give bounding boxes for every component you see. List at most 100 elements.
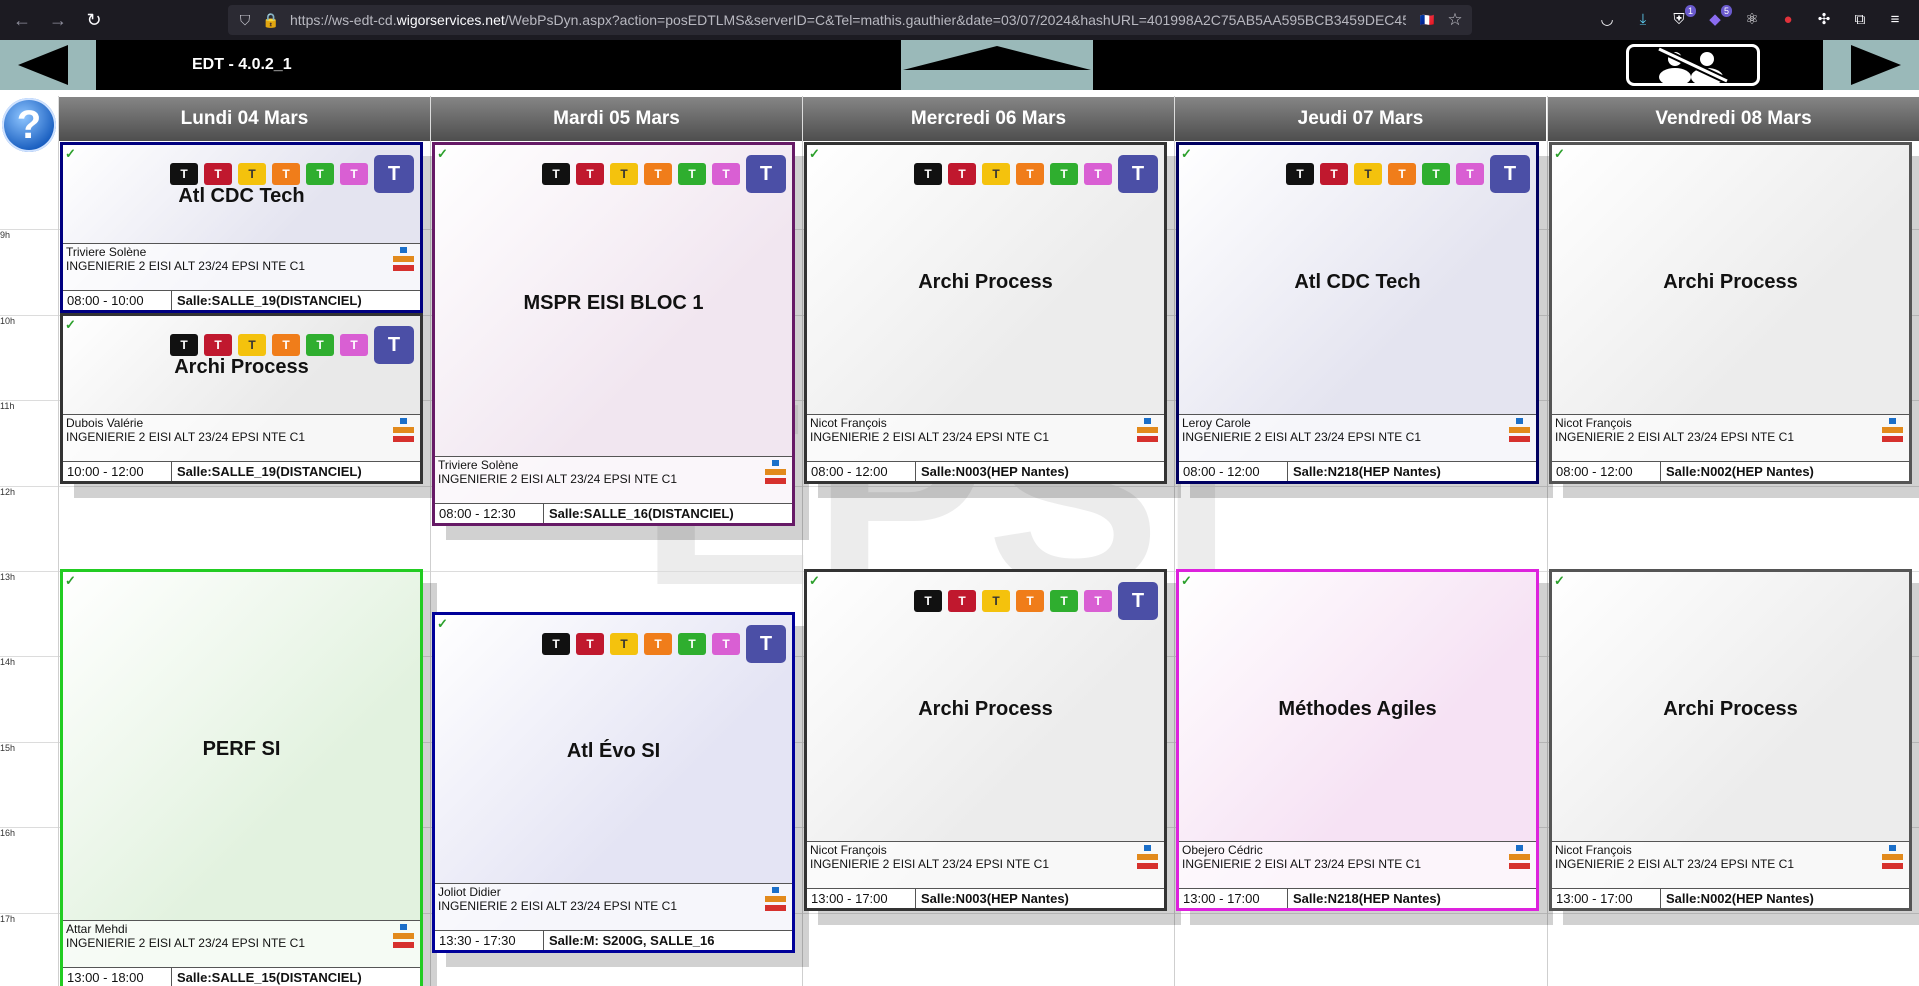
course-event[interactable]: ✓ PERF SI Attar Mehdi INGENIERIE 2 EISI ALT… bbox=[60, 569, 423, 986]
teams-app-icon[interactable]: T bbox=[272, 333, 300, 356]
pocket-icon[interactable]: ◡ bbox=[1596, 9, 1618, 31]
url-text[interactable]: https://ws-edt-cd.wigorservices.net/WebP… bbox=[290, 5, 1406, 35]
teams-app-icon[interactable]: T bbox=[306, 163, 334, 185]
teams-app-icon[interactable]: T bbox=[914, 590, 942, 612]
teams-app-icon[interactable]: T bbox=[1084, 590, 1112, 612]
day-header[interactable]: Mardi 05 Mars bbox=[430, 97, 802, 141]
flag-icon[interactable]: 🇫🇷 bbox=[1418, 11, 1436, 29]
teacher-name: Nicot François bbox=[1555, 415, 1632, 430]
course-event[interactable]: ✓ T T T T T T T Archi Process Dubois Valérie INGEN… bbox=[60, 312, 423, 484]
teams-app-icon[interactable]: T bbox=[1050, 590, 1078, 612]
course-event[interactable]: ✓ T T T T T T T Archi Process Nicot François INGEN… bbox=[804, 142, 1167, 484]
course-event[interactable]: ✓ T T T T T T T MSPR EISI BLOC 1 Triviere Solène I… bbox=[432, 142, 795, 527]
teams-app-icon[interactable]: T bbox=[1050, 163, 1078, 185]
course-event[interactable]: ✓ T T T T T T T Atl Évo SI Joliot Didier INGENIERI… bbox=[432, 611, 795, 954]
course-event[interactable]: ✓ T T T T T T T Atl CDC Tech Leroy Carole INGENIER… bbox=[1176, 142, 1539, 484]
teams-app-icon[interactable]: T bbox=[542, 163, 570, 185]
day-header[interactable]: Lundi 04 Mars bbox=[58, 97, 430, 141]
org-chart-icon[interactable] bbox=[1882, 844, 1904, 869]
teams-app-icon[interactable]: T bbox=[610, 632, 638, 655]
teams-app-icon[interactable]: T bbox=[1016, 163, 1044, 185]
help-button[interactable]: ? bbox=[2, 98, 56, 152]
day-header[interactable]: Mercredi 06 Mars bbox=[802, 97, 1174, 141]
org-chart-icon[interactable] bbox=[393, 246, 415, 271]
teams-app-icon[interactable]: T bbox=[238, 333, 266, 356]
teams-app-icon[interactable]: T bbox=[1016, 590, 1044, 612]
teams-app-icon[interactable]: T bbox=[610, 163, 638, 185]
check-icon: ✓ bbox=[437, 615, 448, 631]
next-week-button[interactable] bbox=[1823, 40, 1919, 90]
forward-icon[interactable]: → bbox=[46, 8, 70, 32]
teams-app-icon[interactable]: T bbox=[170, 163, 198, 185]
teams-app-icon[interactable]: T bbox=[306, 333, 334, 356]
shield-icon[interactable]: ⛉ bbox=[236, 11, 254, 29]
teams-app-icon[interactable]: T bbox=[948, 590, 976, 612]
hide-group-button[interactable] bbox=[1626, 44, 1760, 86]
teams-app-icon[interactable]: T bbox=[1320, 163, 1348, 185]
teams-app-icon[interactable]: T bbox=[340, 333, 368, 356]
teams-app-icon[interactable]: T bbox=[170, 333, 198, 356]
teams-app-icon[interactable]: T bbox=[576, 632, 604, 655]
teams-app-icon[interactable]: T bbox=[272, 163, 300, 185]
teams-app-icon[interactable]: T bbox=[982, 590, 1010, 612]
teams-app-icon[interactable]: T bbox=[644, 163, 672, 185]
teams-icon[interactable]: T bbox=[1118, 582, 1158, 620]
back-icon[interactable]: ← bbox=[10, 8, 34, 32]
teams-icon[interactable]: T bbox=[746, 155, 786, 193]
toggle-view-button[interactable] bbox=[901, 40, 1093, 90]
org-chart-icon[interactable] bbox=[765, 887, 787, 912]
course-event[interactable]: ✓ Méthodes Agiles Obejero Cédric INGENIERIE… bbox=[1176, 569, 1539, 911]
teams-app-icon[interactable]: T bbox=[1456, 163, 1484, 185]
org-chart-icon[interactable] bbox=[1509, 417, 1531, 442]
day-header[interactable]: Vendredi 08 Mars bbox=[1547, 97, 1919, 141]
course-event[interactable]: ✓ T T T T T T T Atl CDC Tech Triviere Solène INGEN… bbox=[60, 142, 423, 313]
teams-app-icon[interactable]: T bbox=[204, 163, 232, 185]
ublock-icon[interactable]: ● bbox=[1777, 9, 1799, 31]
extension-purple-icon[interactable]: ◆ 5 bbox=[1704, 5, 1732, 31]
org-chart-icon[interactable] bbox=[765, 460, 787, 485]
course-event[interactable]: ✓ Archi Process Nicot François INGENIERIE 2… bbox=[1549, 142, 1912, 484]
previous-week-button[interactable] bbox=[0, 40, 96, 90]
teams-app-icon[interactable]: T bbox=[204, 333, 232, 356]
teams-app-icon[interactable]: T bbox=[914, 163, 942, 185]
course-event[interactable]: ✓ T T T T T T T Archi Process Nicot François INGEN… bbox=[804, 569, 1167, 911]
teams-app-icon[interactable]: T bbox=[1354, 163, 1382, 185]
teams-app-icon[interactable]: T bbox=[542, 632, 570, 655]
download-icon[interactable]: ⤓ bbox=[1632, 9, 1654, 31]
lock-icon[interactable]: 🔒 bbox=[262, 11, 280, 29]
org-chart-icon[interactable] bbox=[393, 924, 415, 948]
reload-icon[interactable]: ↻ bbox=[82, 8, 106, 32]
teams-icon[interactable]: T bbox=[746, 624, 786, 663]
teams-app-icon[interactable]: T bbox=[576, 163, 604, 185]
org-chart-icon[interactable] bbox=[1882, 417, 1904, 442]
teams-app-icon[interactable]: T bbox=[678, 632, 706, 655]
teams-app-icon[interactable]: T bbox=[1388, 163, 1416, 185]
star-icon[interactable]: ☆ bbox=[1446, 11, 1464, 29]
teams-app-icon[interactable]: T bbox=[644, 632, 672, 655]
teams-app-icon[interactable]: T bbox=[948, 163, 976, 185]
course-event[interactable]: ✓ Archi Process Nicot François INGENIERIE 2… bbox=[1549, 569, 1912, 911]
spy-extension-icon[interactable]: ✣ bbox=[1813, 9, 1835, 31]
org-chart-icon[interactable] bbox=[1137, 417, 1159, 442]
org-chart-icon[interactable] bbox=[1137, 844, 1159, 869]
teams-app-icon[interactable]: T bbox=[238, 163, 266, 185]
extensions-icon[interactable]: ⧉ bbox=[1849, 9, 1871, 31]
teams-app-icon[interactable]: T bbox=[1286, 163, 1314, 185]
day-header[interactable]: Jeudi 07 Mars bbox=[1174, 97, 1546, 141]
course-info: Dubois Valérie INGENIERIE 2 EISI ALT 23/2… bbox=[63, 413, 420, 481]
teams-icon[interactable]: T bbox=[1118, 155, 1158, 193]
teams-app-icon[interactable]: T bbox=[678, 163, 706, 185]
teams-app-icon[interactable]: T bbox=[982, 163, 1010, 185]
teams-app-icon[interactable]: T bbox=[1084, 163, 1112, 185]
org-chart-icon[interactable] bbox=[1509, 844, 1531, 869]
address-bar[interactable]: ⛉ 🔒 https://ws-edt-cd.wigorservices.net/… bbox=[228, 5, 1472, 35]
teams-app-icon[interactable]: T bbox=[1422, 163, 1450, 185]
teams-app-icon[interactable]: T bbox=[712, 632, 740, 655]
org-chart-icon[interactable] bbox=[393, 417, 415, 442]
teams-icon[interactable]: T bbox=[1490, 155, 1530, 193]
extension-shield-icon[interactable]: ⛨ 1 bbox=[1668, 5, 1696, 31]
teams-app-icon[interactable]: T bbox=[712, 163, 740, 185]
react-devtools-icon[interactable]: ⚛ bbox=[1741, 9, 1763, 31]
teams-app-icon[interactable]: T bbox=[340, 163, 368, 185]
menu-icon[interactable]: ≡ bbox=[1884, 9, 1906, 31]
